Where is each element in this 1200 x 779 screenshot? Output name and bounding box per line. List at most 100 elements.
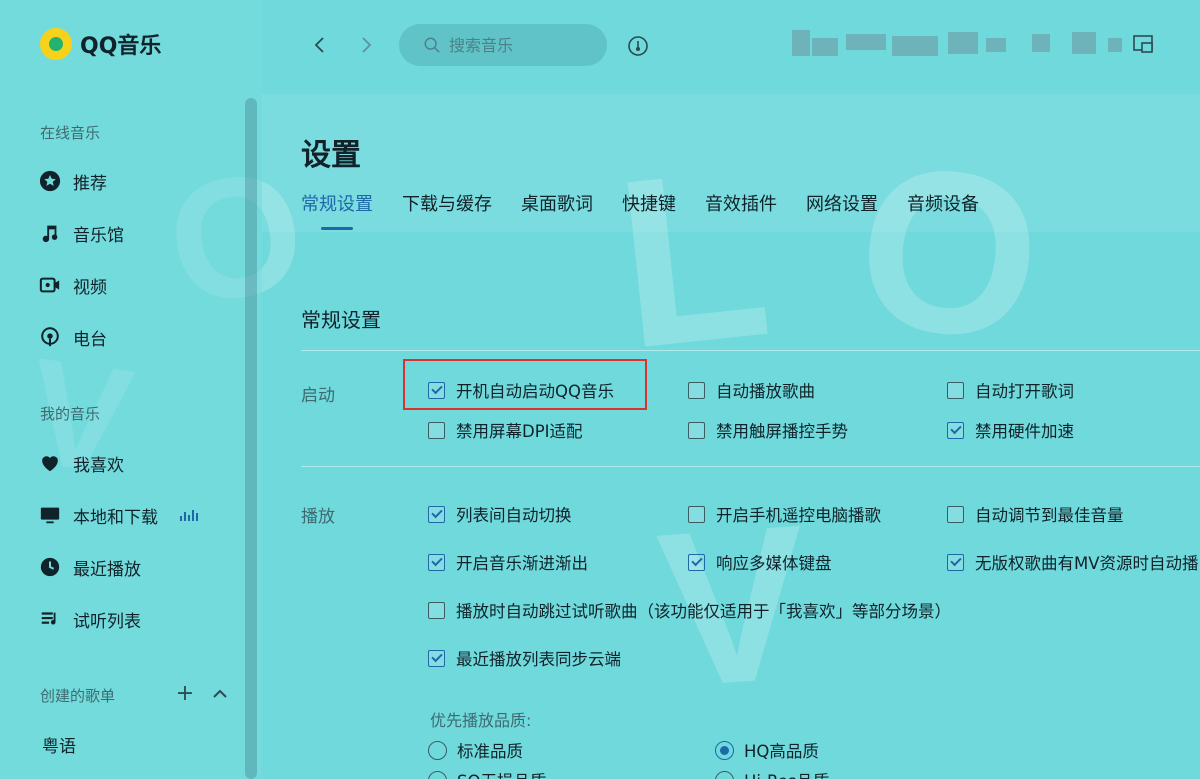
tab-download-cache[interactable]: 下载与缓存 [402, 190, 492, 216]
sidebar-item-label: 视频 [73, 277, 107, 298]
checkbox[interactable] [428, 505, 445, 523]
mini-mode-icon[interactable] [1130, 32, 1156, 58]
app-logo[interactable]: QQ音乐 [40, 28, 161, 60]
playlist-icon [38, 607, 62, 631]
voice-search-icon[interactable] [626, 34, 650, 58]
back-button[interactable] [308, 33, 332, 57]
checkbox[interactable] [947, 381, 964, 399]
sidebar-item-label: 本地和下载 [73, 507, 158, 528]
checkbox-disable-touch[interactable]: 禁用触屏播控手势 [688, 417, 848, 443]
radio-button[interactable] [715, 770, 734, 779]
monitor-icon [38, 503, 62, 527]
option-label: 自动调节到最佳音量 [975, 506, 1124, 525]
sidebar-scrollbar[interactable] [245, 98, 257, 779]
sidebar-item-favorites[interactable]: 我喜欢 [38, 447, 238, 479]
option-label: 最近播放列表同步云端 [456, 650, 621, 669]
forward-button[interactable] [354, 33, 378, 57]
radio-hires-quality[interactable]: Hi-Res品质 [715, 767, 829, 779]
settings-tabs: 常规设置 下载与缓存 桌面歌词 快捷键 音效插件 网络设置 音频设备 [301, 190, 1008, 230]
user-info-blurred [792, 24, 1132, 64]
sidebar-item-local-downloads[interactable]: 本地和下载 [38, 499, 238, 531]
chevron-up-icon[interactable] [209, 683, 231, 705]
checkbox[interactable] [428, 421, 445, 439]
sidebar-item-label: 推荐 [73, 173, 107, 194]
sidebar-item-label: 试听列表 [73, 611, 141, 632]
tab-desktop-lyrics[interactable]: 桌面歌词 [521, 190, 593, 216]
search-box[interactable] [399, 24, 607, 66]
radio-hq-quality[interactable]: HQ高品质 [715, 737, 819, 763]
checkbox[interactable] [428, 553, 445, 571]
checkbox[interactable] [688, 505, 705, 523]
checkbox-auto-play[interactable]: 自动播放歌曲 [688, 377, 815, 403]
search-icon [424, 37, 440, 53]
checkbox-auto-start[interactable]: 开机自动启动QQ音乐 [428, 377, 614, 403]
checkbox-fade[interactable]: 开启音乐渐进渐出 [428, 549, 588, 575]
checkbox-disable-dpi[interactable]: 禁用屏幕DPI适配 [428, 417, 583, 443]
checkbox-auto-volume[interactable]: 自动调节到最佳音量 [947, 501, 1124, 527]
checkbox-auto-lyrics[interactable]: 自动打开歌词 [947, 377, 1074, 403]
checkbox-mv-fallback[interactable]: 无版权歌曲有MV资源时自动播 [947, 549, 1200, 575]
option-label: 自动播放歌曲 [716, 382, 815, 401]
sidebar-item-label: 电台 [73, 329, 107, 350]
radio-button[interactable] [715, 740, 734, 760]
checkbox-sync-recent[interactable]: 最近播放列表同步云端 [428, 645, 621, 671]
section-created-playlists: 创建的歌单 [40, 687, 116, 705]
option-label: 响应多媒体键盘 [716, 554, 832, 573]
option-label: 禁用硬件加速 [975, 422, 1074, 441]
checkbox[interactable] [947, 553, 964, 571]
music-note-icon [38, 221, 62, 245]
add-playlist-icon[interactable]: + [174, 683, 196, 705]
checkbox[interactable] [947, 505, 964, 523]
video-icon [38, 273, 62, 297]
checkbox[interactable] [428, 649, 445, 667]
page-title: 设置 [301, 138, 361, 173]
checkbox-disable-hw-accel[interactable]: 禁用硬件加速 [947, 417, 1074, 443]
option-label: 无版权歌曲有MV资源时自动播 [975, 554, 1199, 573]
search-input[interactable] [449, 35, 589, 55]
checkbox-auto-switch-list[interactable]: 列表间自动切换 [428, 501, 572, 527]
option-label: 标准品质 [457, 742, 523, 761]
checkbox-media-keys[interactable]: 响应多媒体键盘 [688, 549, 832, 575]
divider [301, 466, 1200, 467]
option-label: HQ高品质 [744, 742, 819, 761]
radio-sq-quality[interactable]: SQ无损品质 [428, 767, 546, 779]
sidebar-item-radio[interactable]: 电台 [38, 321, 238, 353]
sidebar-item-video[interactable]: 视频 [38, 269, 238, 301]
top-bar [262, 0, 1200, 94]
tab-sound-effects[interactable]: 音效插件 [705, 190, 777, 216]
option-label: Hi-Res品质 [744, 768, 829, 779]
radio-button[interactable] [428, 740, 447, 760]
tab-general[interactable]: 常规设置 [301, 190, 373, 230]
radio-icon [38, 325, 62, 349]
sidebar-item-recommend[interactable]: 推荐 [38, 165, 238, 197]
option-label: 开启手机遥控电脑播歌 [716, 506, 881, 525]
checkbox[interactable] [688, 421, 705, 439]
section-my-music: 我的音乐 [40, 405, 101, 423]
radio-standard-quality[interactable]: 标准品质 [428, 737, 523, 763]
checkbox[interactable] [947, 421, 964, 439]
sidebar-item-trial-list[interactable]: 试听列表 [38, 603, 238, 635]
group-label-playback: 播放 [301, 507, 335, 527]
sidebar-item-music-hall[interactable]: 音乐馆 [38, 217, 238, 249]
app-name: QQ音乐 [80, 34, 162, 59]
option-label: 播放时自动跳过试听歌曲（该功能仅适用于「我喜欢」等部分场景） [456, 602, 951, 621]
checkbox[interactable] [428, 381, 445, 399]
tab-shortcuts[interactable]: 快捷键 [622, 190, 676, 216]
tab-network[interactable]: 网络设置 [806, 190, 878, 216]
radio-button[interactable] [428, 770, 447, 779]
checkbox-skip-trial[interactable]: 播放时自动跳过试听歌曲（该功能仅适用于「我喜欢」等部分场景） [428, 597, 951, 623]
checkbox[interactable] [688, 381, 705, 399]
sidebar-item-recent[interactable]: 最近播放 [38, 551, 238, 583]
qq-music-logo-icon [40, 28, 72, 60]
sidebar-playlist-item[interactable]: 粤语 [42, 728, 242, 760]
tab-audio-device[interactable]: 音频设备 [907, 190, 979, 216]
chevron-right-icon [362, 37, 372, 53]
option-label: 开机自动启动QQ音乐 [456, 382, 614, 401]
checkbox[interactable] [428, 601, 445, 619]
checkbox[interactable] [688, 553, 705, 571]
clock-icon [38, 555, 62, 579]
settings-page: 设置 常规设置 下载与缓存 桌面歌词 快捷键 音效插件 网络设置 音频设备 常规… [262, 94, 1200, 779]
group-label-startup: 启动 [301, 386, 335, 406]
checkbox-phone-remote[interactable]: 开启手机遥控电脑播歌 [688, 501, 881, 527]
star-icon [38, 169, 62, 193]
